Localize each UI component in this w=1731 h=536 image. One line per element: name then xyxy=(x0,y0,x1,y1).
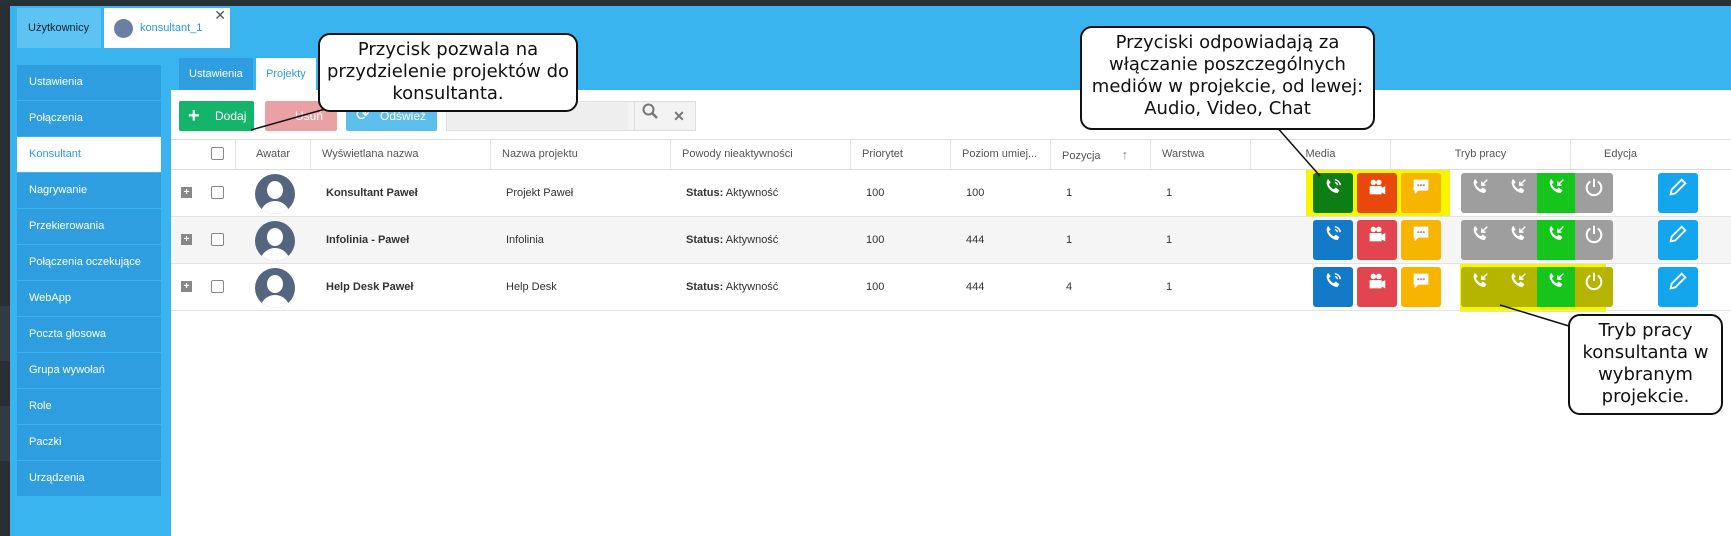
callout-media: Przyciski odpowiadają za włączanie poszc… xyxy=(1080,26,1375,130)
callout-work-mode: Tryb pracy konsultanta w wybranym projek… xyxy=(1568,314,1723,415)
callout-pointers xyxy=(250,105,1583,331)
callout-add: Przycisk pozwala na przydzielenie projek… xyxy=(318,33,578,112)
